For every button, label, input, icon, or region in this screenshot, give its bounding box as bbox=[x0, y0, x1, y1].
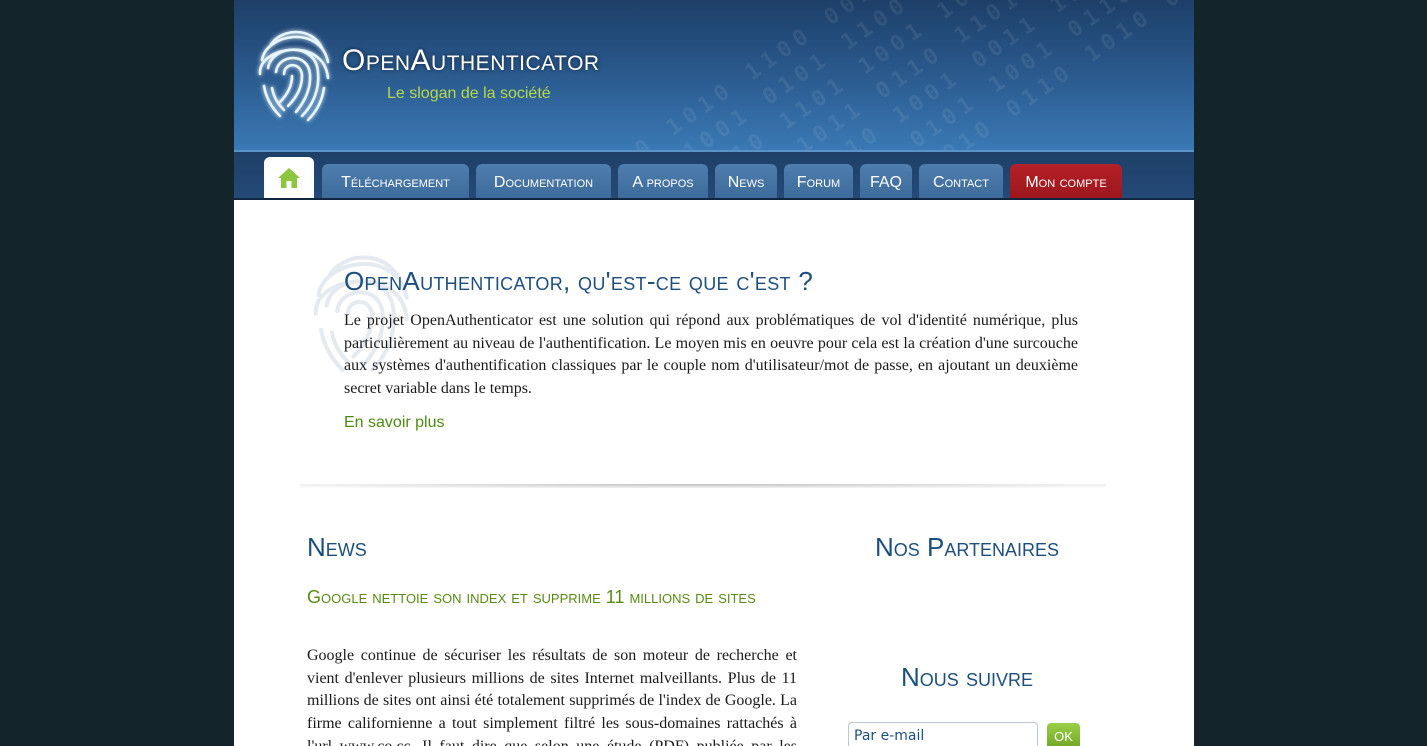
nav-item-telechargement[interactable]: Téléchargement bbox=[322, 164, 469, 200]
nav-item-news[interactable]: News bbox=[715, 164, 777, 200]
nav-item-a-propos[interactable]: A propos bbox=[618, 164, 708, 200]
news-heading: News bbox=[307, 532, 367, 562]
main-navigation: Téléchargement Documentation A propos Ne… bbox=[234, 150, 1194, 202]
site-header: 1001 0110 1010 1100 0011 1001 0110 1010 … bbox=[234, 0, 1194, 150]
learn-more-link[interactable]: En savoir plus bbox=[344, 414, 445, 432]
intro-title: OpenAuthenticator, qu'est-ce que c'est ? bbox=[344, 266, 814, 296]
follow-heading: Nous suivre bbox=[900, 662, 1034, 692]
site-slogan: Le slogan de la société bbox=[387, 85, 551, 102]
partners-heading: Nos Partenaires bbox=[874, 532, 1060, 562]
nav-item-documentation[interactable]: Documentation bbox=[476, 164, 611, 200]
navbar-border bbox=[234, 198, 1194, 200]
page-container: 1001 0110 1010 1100 0011 1001 0110 1010 … bbox=[234, 0, 1194, 746]
email-subscribe-input[interactable] bbox=[848, 722, 1038, 746]
news-article-title[interactable]: Google nettoie son index et supprime 11 … bbox=[307, 588, 807, 607]
nav-item-forum[interactable]: Forum bbox=[784, 164, 853, 200]
nav-item-mon-compte[interactable]: Mon compte bbox=[1010, 164, 1122, 200]
news-article-text: Google continue de sécuriser les résulta… bbox=[307, 647, 797, 746]
intro-text: Le projet OpenAuthenticator est une solu… bbox=[344, 312, 1078, 398]
home-tab[interactable] bbox=[264, 157, 314, 202]
nav-item-contact[interactable]: Contact bbox=[919, 164, 1003, 200]
fingerprint-icon[interactable] bbox=[250, 16, 336, 128]
section-divider bbox=[300, 484, 1106, 488]
nav-item-faq[interactable]: FAQ bbox=[860, 164, 912, 200]
home-icon bbox=[278, 168, 300, 188]
site-title[interactable]: OpenAuthenticator bbox=[342, 44, 600, 78]
subscribe-ok-button[interactable]: OK bbox=[1047, 723, 1080, 746]
binary-background-pattern: 1001 0110 1010 1100 0011 1001 0110 1010 … bbox=[503, 0, 1194, 150]
